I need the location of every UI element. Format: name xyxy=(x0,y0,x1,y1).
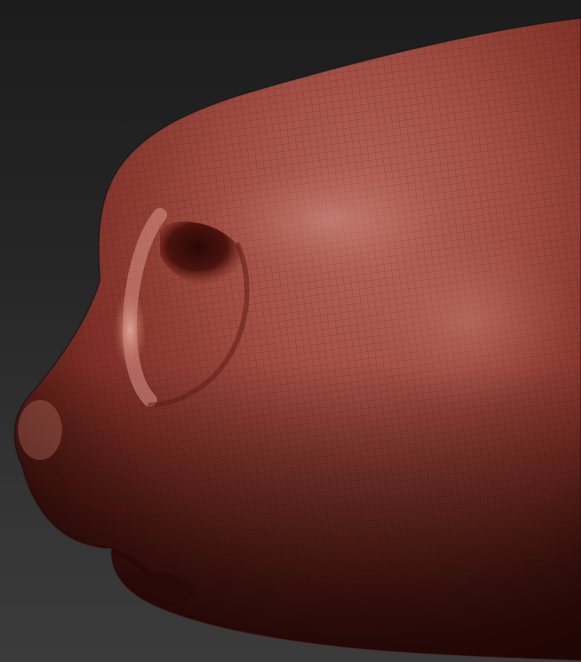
sculpt-canvas[interactable] xyxy=(0,0,581,662)
sculpt-mesh[interactable] xyxy=(0,0,581,662)
ala-highlight xyxy=(114,290,146,370)
nose-tip-highlight xyxy=(18,400,62,460)
cheek-highlight xyxy=(360,230,580,410)
sculpt-viewport[interactable] xyxy=(0,0,581,662)
